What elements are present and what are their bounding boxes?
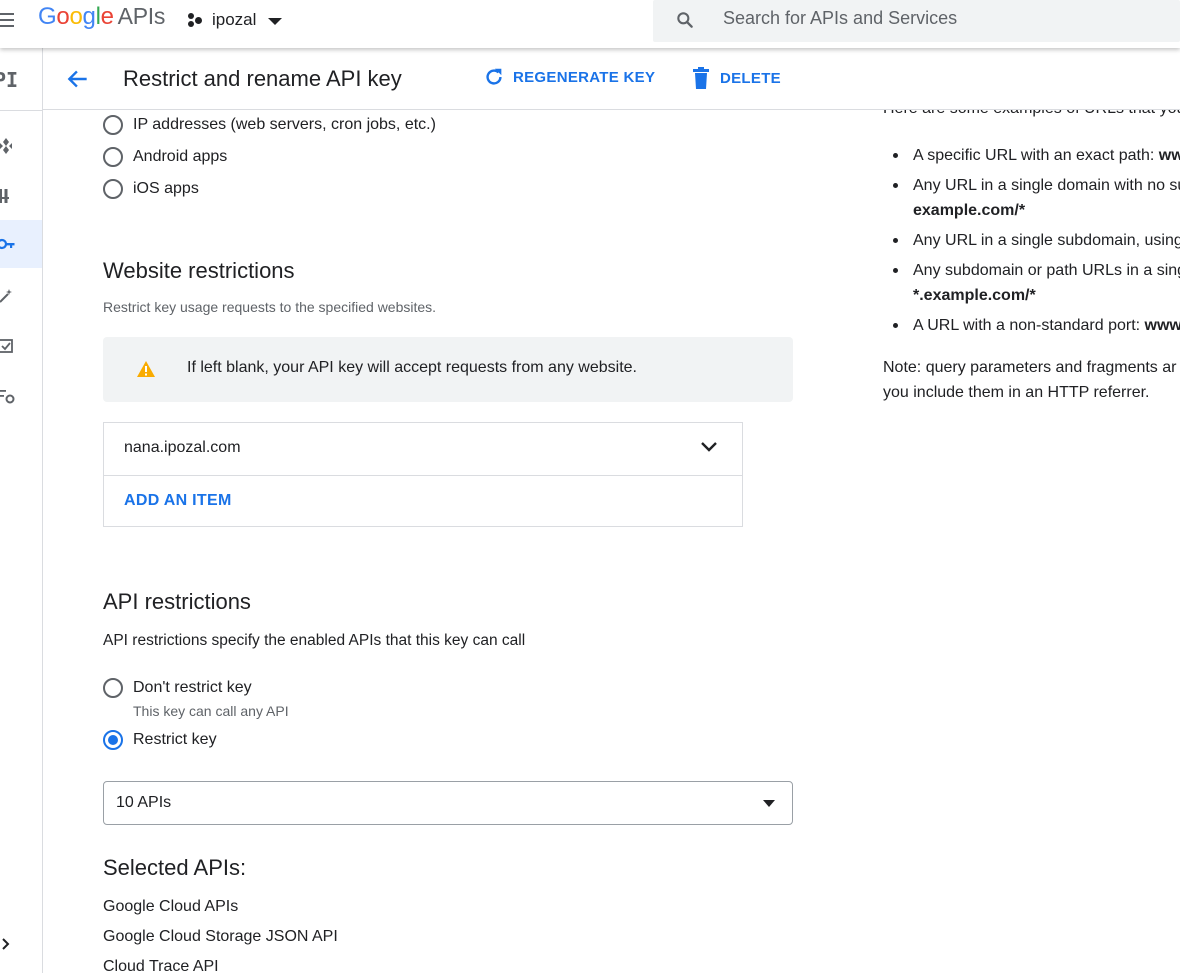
regenerate-key-button[interactable]: REGENERATE KEY (483, 66, 655, 88)
warning-icon (137, 361, 155, 377)
list-item: A specific URL with an exact path: ww (893, 143, 1180, 168)
list-item: Any URL in a single subdomain, using (893, 228, 1180, 253)
logo-suffix: APIs (117, 3, 166, 29)
caret-down-icon (268, 18, 283, 25)
page-header: Restrict and rename API key REGENERATE K… (43, 48, 1180, 110)
warning-banner: If left blank, your API key will accept … (103, 337, 793, 402)
radio-ip-addresses[interactable]: IP addresses (web servers, cron jobs, et… (103, 115, 436, 135)
radio-android-apps[interactable]: Android apps (103, 147, 227, 167)
caret-down-icon (763, 800, 775, 807)
selected-api-item: Cloud Trace API (103, 958, 219, 973)
api-restrictions-description: API restrictions specify the enabled API… (103, 632, 526, 649)
selected-api-item: Google Cloud APIs (103, 898, 239, 915)
api-product-label: PI (0, 68, 19, 92)
list-item: Any URL in a single domain with no su (893, 173, 1180, 198)
list-item-continuation: example.com/* (913, 202, 1026, 219)
website-restrictions-heading: Website restrictions (103, 258, 295, 283)
list-item: Any subdomain or path URLs in a sing (893, 258, 1180, 283)
delete-button[interactable]: DELETE (690, 66, 781, 90)
website-item-value: nana.ipozal.com (124, 439, 241, 456)
menu-icon[interactable] (0, 9, 14, 29)
website-restrictions-description: Restrict key usage requests to the speci… (103, 299, 437, 315)
search-placeholder: Search for APIs and Services (723, 8, 958, 28)
selected-apis-heading: Selected APIs: (103, 855, 247, 880)
nav-library-icon[interactable] (0, 172, 42, 220)
chevron-down-icon[interactable] (700, 441, 718, 453)
back-arrow-icon[interactable] (65, 66, 91, 92)
dont-restrict-sublabel: This key can call any API (133, 703, 289, 719)
left-nav-rail: PI (0, 48, 43, 973)
help-examples-list: A specific URL with an exact path: ww An… (893, 143, 1180, 343)
website-item-row[interactable]: nana.ipozal.com (104, 423, 742, 476)
nav-settings-icon[interactable] (0, 372, 42, 420)
selected-api-item: Google Cloud Storage JSON API (103, 928, 338, 945)
help-panel: Here are some examples of URLs that you … (883, 48, 1180, 973)
nav-oauth-icon[interactable] (0, 272, 42, 320)
list-item-continuation: *.example.com/* (913, 287, 1036, 304)
api-select-dropdown[interactable]: 10 APIs (103, 781, 793, 825)
expand-rail-icon[interactable] (0, 936, 16, 952)
google-apis-logo[interactable]: Google APIs (38, 3, 165, 31)
api-select-value: 10 APIs (116, 794, 172, 811)
trash-icon (693, 67, 709, 89)
list-item: A URL with a non-standard port: www (893, 313, 1180, 338)
top-app-bar: Google APIs ipozal Search for APIs and Se… (0, 0, 1180, 48)
api-restrictions-heading: API restrictions (103, 589, 251, 614)
website-items-list: nana.ipozal.com ADD AN ITEM (103, 422, 743, 527)
project-selector[interactable]: ipozal (188, 10, 283, 30)
page-title: Restrict and rename API key (123, 66, 402, 91)
help-note: Note: query parameters and fragments ar … (883, 359, 1177, 401)
project-dots-icon (188, 12, 204, 28)
search-bar[interactable]: Search for APIs and Services (653, 0, 1180, 42)
nav-domain-verification-icon[interactable] (0, 322, 42, 370)
nav-credentials-key-icon[interactable] (0, 220, 42, 268)
search-icon (677, 12, 693, 28)
radio-restrict-key[interactable]: Restrict key (103, 730, 217, 750)
radio-dont-restrict-key[interactable]: Don't restrict key (103, 678, 252, 698)
nav-dashboard-icon[interactable] (0, 122, 42, 170)
refresh-icon (486, 68, 502, 85)
radio-ios-apps[interactable]: iOS apps (103, 179, 199, 199)
project-name: ipozal (212, 10, 257, 29)
add-an-item-button[interactable]: ADD AN ITEM (124, 492, 232, 510)
